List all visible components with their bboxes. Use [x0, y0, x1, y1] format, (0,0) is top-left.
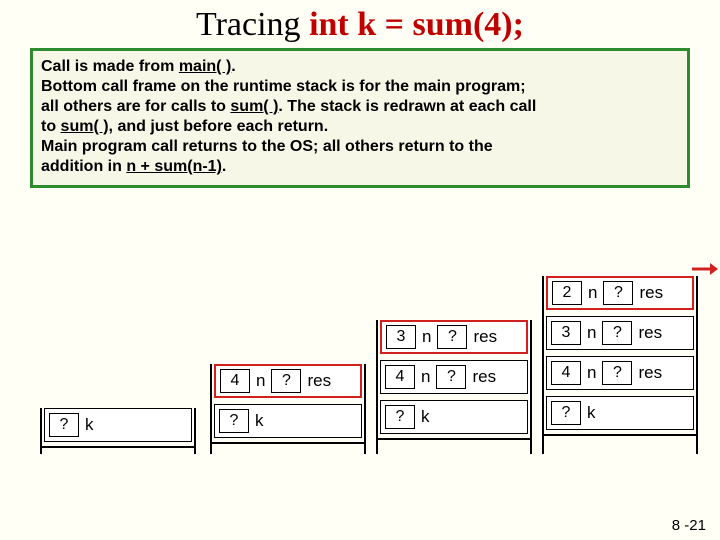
stack-frame-group: 4 n ? res ? k [210, 364, 366, 452]
var-label: res [638, 323, 662, 343]
frame-main: ? k [546, 396, 694, 430]
frame-main: ? k [380, 400, 528, 434]
frame-sum-3: 3 n ? res [546, 316, 694, 350]
title-code: int k = sum(4); [309, 6, 524, 43]
description-box: Call is made from main( ). Bottom call f… [30, 48, 690, 188]
desc-line-6: addition in n + sum(n-1). [41, 157, 679, 177]
desc-underline: sum( ) [61, 118, 109, 135]
var-label: n [587, 323, 596, 343]
desc-underline: main( ) [179, 58, 231, 75]
desc-text: addition in [41, 158, 126, 175]
value-box: ? [385, 405, 415, 429]
stack-frame-group: ? k [40, 408, 196, 452]
stack-col-3: 2 n ? res 3 n ? res 4 n ? res [542, 270, 698, 452]
value-box: 4 [220, 369, 250, 393]
desc-text: . The stack is redrawn at each call [278, 98, 536, 115]
var-label: res [472, 367, 496, 387]
desc-text: . [222, 158, 226, 175]
var-label: k [85, 415, 94, 435]
value-box: ? [49, 413, 79, 437]
frame-main: ? k [44, 408, 192, 442]
frame-sum-3: 3 n ? res [380, 320, 528, 354]
stack-col-0: ? k [40, 402, 196, 452]
desc-line-5: Main program call returns to the OS; all… [41, 137, 679, 157]
value-box: 3 [386, 325, 416, 349]
frame-sum-2: 2 n ? res [546, 276, 694, 310]
value-box: 3 [551, 321, 581, 345]
value-box: 4 [551, 361, 581, 385]
value-box: 2 [552, 281, 582, 305]
desc-text: . [231, 58, 235, 75]
value-box: ? [437, 325, 467, 349]
var-label: n [422, 327, 431, 347]
var-label: res [473, 327, 497, 347]
frame-sum-4: 4 n ? res [214, 364, 362, 398]
var-label: res [638, 363, 662, 383]
desc-line-1: Call is made from main( ). [41, 57, 679, 77]
var-label: res [307, 371, 331, 391]
var-label: k [587, 403, 596, 423]
value-box: ? [602, 361, 632, 385]
var-label: n [588, 283, 597, 303]
desc-text: Call is made from [41, 58, 179, 75]
desc-underline: n + sum(n-1) [126, 158, 222, 175]
value-box: ? [271, 369, 301, 393]
desc-line-4: to sum( ), and just before each return. [41, 117, 679, 137]
title-prefix: Tracing [196, 6, 309, 43]
arrow-right-icon [692, 262, 718, 276]
var-label: n [421, 367, 430, 387]
desc-underline: sum( ) [230, 98, 278, 115]
desc-line-3: all others are for calls to sum( ). The … [41, 97, 679, 117]
value-box: ? [551, 401, 581, 425]
page-number: 8 -21 [672, 517, 706, 534]
var-label: k [255, 411, 264, 431]
value-box: ? [436, 365, 466, 389]
value-box: 4 [385, 365, 415, 389]
value-box: ? [602, 321, 632, 345]
value-box: ? [603, 281, 633, 305]
frame-main: ? k [214, 404, 362, 438]
var-label: n [256, 371, 265, 391]
value-box: ? [219, 409, 249, 433]
stack-frame-group: 2 n ? res 3 n ? res 4 n ? res [542, 276, 698, 452]
stack-stage: ? k 4 n ? res ? k [0, 196, 720, 476]
frame-sum-4: 4 n ? res [380, 360, 528, 394]
desc-text: to [41, 118, 61, 135]
stack-col-2: 3 n ? res 4 n ? res ? k [376, 314, 532, 452]
var-label: res [639, 283, 663, 303]
desc-line-2: Bottom call frame on the runtime stack i… [41, 77, 679, 97]
var-label: n [587, 363, 596, 383]
desc-text: , and just before each return. [109, 118, 329, 135]
frame-sum-4: 4 n ? res [546, 356, 694, 390]
stack-frame-group: 3 n ? res 4 n ? res ? k [376, 320, 532, 452]
desc-text: all others are for calls to [41, 98, 230, 115]
stack-col-1: 4 n ? res ? k [210, 358, 366, 452]
slide-title: Tracing int k = sum(4); [0, 0, 720, 44]
var-label: k [421, 407, 430, 427]
